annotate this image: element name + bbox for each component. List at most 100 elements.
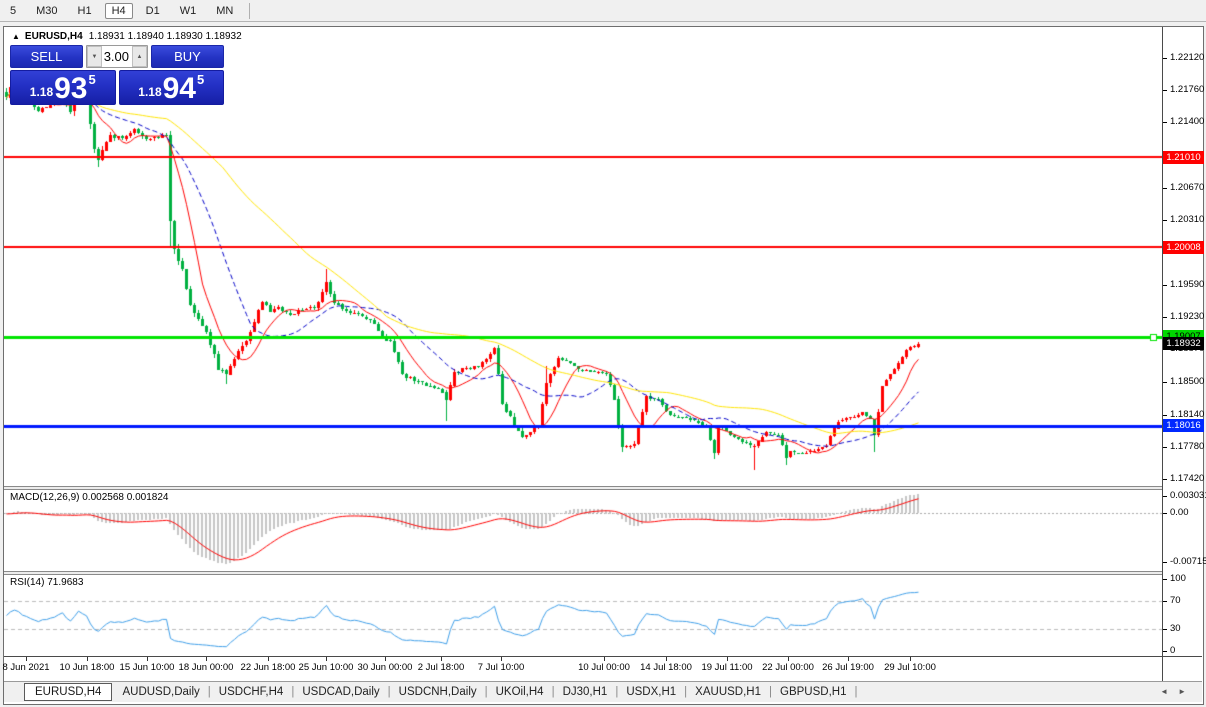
time-axis-tick-mark xyxy=(206,657,207,661)
time-axis-label: 22 Jul 00:00 xyxy=(762,662,814,673)
rsi-axis-tick-mark xyxy=(1163,579,1167,580)
time-axis-label: 8 Jun 2021 xyxy=(2,662,49,673)
price-axis-tick-mark xyxy=(1163,415,1167,416)
collapse-panel-icon[interactable]: ▲ xyxy=(12,32,20,41)
rsi-axis-tick-mark xyxy=(1163,601,1167,602)
price-axis-tick-mark xyxy=(1163,447,1167,448)
time-axis-tick-mark xyxy=(788,657,789,661)
timeframe-button-mn[interactable]: MN xyxy=(209,3,240,19)
rsi-canvas[interactable] xyxy=(4,575,1162,656)
sell-price-display[interactable]: 1.18935 xyxy=(10,70,116,105)
price-axis-tick-mark xyxy=(1163,317,1167,318)
rsi-label: RSI(14) 71.9683 xyxy=(10,577,83,588)
tab-separator: | xyxy=(485,686,488,698)
macd-axis-max: 0.003031 xyxy=(1170,490,1206,501)
timeframe-button-m30[interactable]: M30 xyxy=(29,3,64,19)
tab-item[interactable]: DJ30,H1 xyxy=(563,686,608,698)
rsi-axis-label: 30 xyxy=(1170,623,1181,634)
buy-price-display[interactable]: 1.18945 xyxy=(119,70,225,105)
time-axis-tick-mark xyxy=(441,657,442,661)
timeframe-button-w1[interactable]: W1 xyxy=(173,3,204,19)
tab-item[interactable]: UKOil,H4 xyxy=(496,686,544,698)
chart-title: ▲ EURUSD,H4 1.18931 1.18940 1.18930 1.1893… xyxy=(12,31,242,42)
tab-separator: | xyxy=(552,686,555,698)
tab-scroll-right-icon[interactable]: ► xyxy=(1178,687,1196,696)
lot-input[interactable]: 3.00 xyxy=(102,46,132,67)
macd-axis-min: -0.00715 xyxy=(1170,556,1206,567)
tab-scroll-left-icon[interactable]: ◄ xyxy=(1160,687,1178,696)
price-axis-label: 1.21760 xyxy=(1170,84,1204,95)
tab-item[interactable]: USDCAD,Daily xyxy=(302,686,379,698)
rsi-axis-tick-mark xyxy=(1163,651,1167,652)
tab-item[interactable]: USDCNH,Daily xyxy=(399,686,477,698)
rsi-name: RSI(14) xyxy=(10,577,44,588)
time-axis-tick-mark xyxy=(910,657,911,661)
time-axis-border xyxy=(4,656,1202,657)
rsi-axis-tick-mark xyxy=(1163,629,1167,630)
tab-item[interactable]: USDX,H1 xyxy=(626,686,676,698)
sell-price-big-digits: 93 xyxy=(54,76,87,102)
time-axis-tick-mark xyxy=(727,657,728,661)
mt4-terminal: 5 M30 H1 H4 D1 W1 MN ▲ EURUSD,H4 1.18931 1.18940… xyxy=(0,0,1206,707)
tab-item[interactable]: AUDUSD,Daily xyxy=(122,686,199,698)
axis-vertical-border xyxy=(1162,27,1163,681)
time-axis-tick-mark xyxy=(501,657,502,661)
time-axis-label: 10 Jun 18:00 xyxy=(60,662,115,673)
timeframe-toolbar: 5 M30 H1 H4 D1 W1 MN xyxy=(0,0,1206,22)
price-axis-tick-mark xyxy=(1163,479,1167,480)
time-axis-tick-mark xyxy=(666,657,667,661)
price-axis-tick-mark xyxy=(1163,188,1167,189)
price-axis-label: 1.18500 xyxy=(1170,376,1204,387)
tab-separator: | xyxy=(684,686,687,698)
macd-canvas[interactable] xyxy=(4,490,1162,571)
price-axis-label: 1.19230 xyxy=(1170,311,1204,322)
tab-separator: | xyxy=(388,686,391,698)
price-axis-label: 1.19590 xyxy=(1170,279,1204,290)
time-axis-tick-mark xyxy=(326,657,327,661)
timeframe-button-h4[interactable]: H4 xyxy=(105,3,133,19)
chart-tab-bar: EURUSD,H4 AUDUSD,Daily | USDCHF,H4 | USDCAD,D… xyxy=(4,682,1202,702)
time-axis-label: 29 Jul 10:00 xyxy=(884,662,936,673)
macd-label: MACD(12,26,9) 0.002568 0.001824 xyxy=(10,492,168,503)
price-axis-label: 1.22120 xyxy=(1170,52,1204,63)
tab-item[interactable]: XAUUSD,H1 xyxy=(695,686,761,698)
buy-button[interactable]: BUY xyxy=(151,45,224,68)
chart-ohlc-values: 1.18931 1.18940 1.18930 1.18932 xyxy=(89,31,242,42)
price-axis-label: 1.17780 xyxy=(1170,441,1204,452)
price-axis-label: 1.20670 xyxy=(1170,182,1204,193)
current-price-badge: 1.18932 xyxy=(1163,337,1204,350)
price-axis-label: 1.20310 xyxy=(1170,214,1204,225)
tabbar-border xyxy=(4,681,1202,682)
time-axis-tick-mark xyxy=(268,657,269,661)
timeframe-button-h1[interactable]: H1 xyxy=(71,3,99,19)
tab-separator: | xyxy=(291,686,294,698)
tab-item[interactable]: USDCHF,H4 xyxy=(219,686,284,698)
time-axis-label: 25 Jun 10:00 xyxy=(299,662,354,673)
price-axis-label: 1.21400 xyxy=(1170,116,1204,127)
macd-axis-tick-mark xyxy=(1163,513,1167,514)
buy-price-big-digits: 94 xyxy=(163,76,196,102)
time-axis-tick-mark xyxy=(147,657,148,661)
chart-symbol-period: EURUSD,H4 xyxy=(25,31,83,42)
time-axis-tick-mark xyxy=(604,657,605,661)
lot-increase-button[interactable]: ▲ xyxy=(132,46,147,67)
tab-item[interactable]: GBPUSD,H1 xyxy=(780,686,846,698)
time-axis-label: 15 Jun 10:00 xyxy=(120,662,175,673)
timeframe-button-5[interactable]: 5 xyxy=(3,3,23,19)
tab-item-active[interactable]: EURUSD,H4 xyxy=(24,683,112,701)
time-axis-label: 19 Jul 11:00 xyxy=(701,662,752,673)
buy-price-pipette: 5 xyxy=(197,72,204,87)
timeframe-button-d1[interactable]: D1 xyxy=(139,3,167,19)
sell-button[interactable]: SELL xyxy=(10,45,83,68)
price-axis-tick-mark xyxy=(1163,220,1167,221)
price-axis-tick-mark xyxy=(1163,122,1167,123)
rsi-axis-label: 70 xyxy=(1170,595,1181,606)
sell-price-pipette: 5 xyxy=(89,72,96,87)
time-axis-tick-mark xyxy=(848,657,849,661)
price-axis-tick-mark xyxy=(1163,90,1167,91)
macd-values: 0.002568 0.001824 xyxy=(82,492,168,503)
price-axis-label: 1.17420 xyxy=(1170,473,1204,484)
price-axis-tick-mark xyxy=(1163,285,1167,286)
lot-decrease-button[interactable]: ▼ xyxy=(87,46,102,67)
macd-name: MACD(12,26,9) xyxy=(10,492,79,503)
